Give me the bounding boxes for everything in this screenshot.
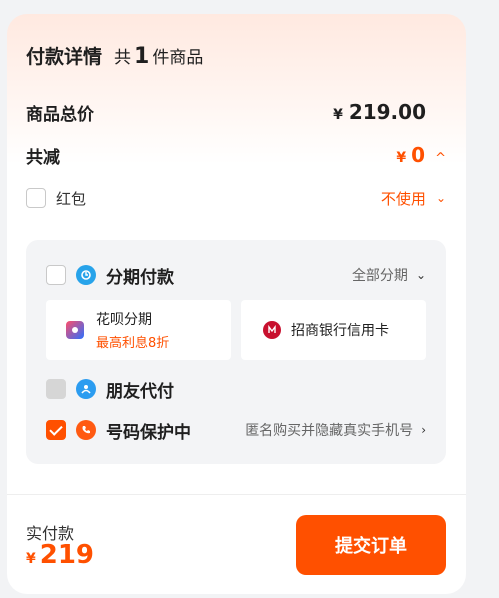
- discount-amount[interactable]: ¥ 0 ^: [396, 143, 446, 167]
- discount-label: 共减: [26, 147, 60, 168]
- installment-icon: [76, 265, 96, 285]
- chevron-down-icon: ⌄: [435, 191, 446, 205]
- all-installments-link[interactable]: 全部分期 ⌄: [352, 265, 426, 285]
- total-price: ¥ 219.00: [333, 100, 426, 124]
- red-packet-checkbox[interactable]: [26, 188, 46, 208]
- item-count: 1: [134, 44, 150, 69]
- number-protection-label: 号码保护中: [106, 422, 191, 443]
- number-protection-description: 匿名购买并隐藏真实手机号: [245, 423, 414, 439]
- payment-details-header: 付款详情 共 1 件商品: [26, 42, 203, 69]
- number-protection-row[interactable]: 号码保护中 匿名购买并隐藏真实手机号 ›: [46, 417, 426, 443]
- total-price-label: 商品总价: [26, 104, 94, 125]
- red-packet-action: 不使用: [380, 189, 426, 208]
- cmb-bank-logo-icon: [263, 321, 281, 339]
- red-packet-select[interactable]: 不使用 ⌄: [381, 188, 446, 209]
- currency-symbol: ¥: [396, 150, 407, 166]
- chevron-up-icon[interactable]: ^: [435, 151, 446, 166]
- currency-symbol: ¥: [333, 107, 343, 123]
- cmb-credit-card-option[interactable]: 招商银行信用卡: [241, 300, 426, 360]
- payment-methods-panel: 分期付款 全部分期 ⌄ 花呗分期 最高利息8折 招商银行信用卡 朋友代付 号码保…: [26, 240, 446, 464]
- friend-pay-checkbox: [46, 379, 66, 399]
- friend-pay-icon: [76, 379, 96, 399]
- payment-details-card: 付款详情 共 1 件商品 商品总价 ¥ 219.00 共减 ¥ 0 ^ 红包 不…: [7, 14, 466, 594]
- phone-protection-icon: [76, 420, 96, 440]
- total-price-row: 商品总价 ¥ 219.00: [26, 98, 446, 126]
- installment-label: 分期付款: [106, 267, 174, 288]
- page-title: 付款详情: [26, 46, 103, 68]
- all-installments-label: 全部分期: [351, 268, 408, 284]
- huabei-installment-option[interactable]: 花呗分期 最高利息8折: [46, 300, 231, 360]
- red-packet-option: 红包: [26, 188, 86, 209]
- discount-value: 0: [411, 143, 426, 167]
- installment-row[interactable]: 分期付款 全部分期 ⌄: [46, 262, 426, 288]
- actual-payment-amount: ¥ 219: [26, 540, 94, 570]
- item-count-suffix: 件商品: [152, 48, 204, 68]
- installment-checkbox[interactable]: [46, 265, 66, 285]
- huabei-subtitle: 最高利息8折: [96, 336, 170, 351]
- currency-symbol: ¥: [26, 551, 36, 567]
- huabei-title: 花呗分期: [96, 312, 152, 328]
- huabei-logo-icon: [66, 321, 84, 339]
- number-protection-info[interactable]: 匿名购买并隐藏真实手机号 ›: [245, 420, 426, 440]
- chevron-right-icon: ›: [421, 423, 426, 437]
- total-price-value: 219.00: [348, 100, 426, 124]
- actual-payment-value: 219: [39, 540, 95, 570]
- red-packet-label: 红包: [56, 189, 87, 208]
- red-packet-row: 红包 不使用 ⌄: [26, 184, 446, 212]
- friend-pay-label: 朋友代付: [106, 381, 174, 402]
- number-protection-checkbox[interactable]: [46, 420, 66, 440]
- item-count-prefix: 共: [114, 48, 132, 68]
- footer-divider: [7, 494, 466, 495]
- discount-row[interactable]: 共减 ¥ 0 ^: [26, 141, 446, 169]
- chevron-down-icon: ⌄: [415, 268, 426, 282]
- cmb-card-title: 招商银行信用卡: [291, 323, 389, 339]
- huabei-texts: 花呗分期 最高利息8折: [96, 309, 169, 351]
- friend-pay-row: 朋友代付: [46, 376, 426, 402]
- submit-order-button[interactable]: 提交订单: [296, 515, 446, 575]
